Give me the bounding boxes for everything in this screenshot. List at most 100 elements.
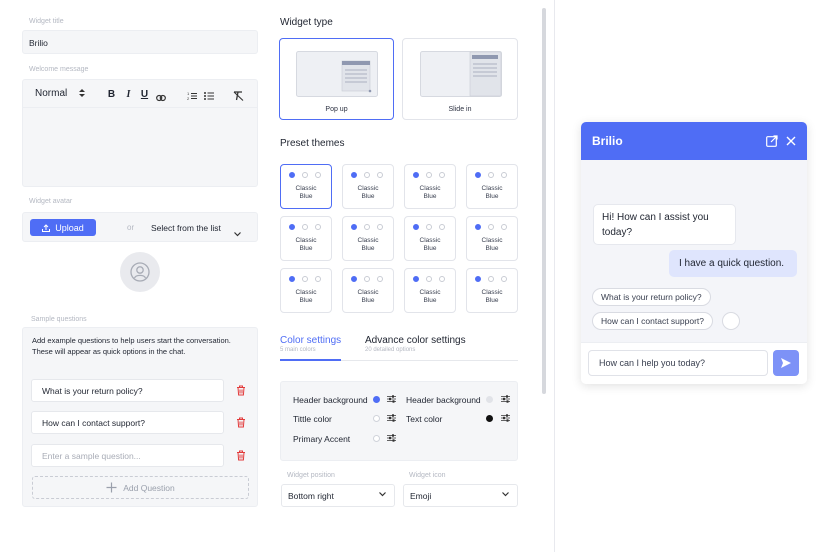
theme-name: Classic Blue <box>467 289 517 305</box>
ordered-list-icon[interactable]: 12 <box>187 88 197 106</box>
adjust-icon[interactable] <box>387 414 396 422</box>
tab-advance-color-settings[interactable]: Advance color settings <box>365 335 466 346</box>
sample-question-placeholder: Enter a sample question... <box>42 450 141 461</box>
or-text: or <box>127 223 135 232</box>
theme-name-line2: Blue <box>361 193 375 200</box>
theme-name-line1: Classic <box>295 185 317 192</box>
theme-option[interactable]: Classic Blue <box>342 216 394 261</box>
theme-swatch <box>377 172 383 178</box>
theme-option[interactable]: Classic Blue <box>466 164 518 209</box>
theme-name-line2: Blue <box>423 193 437 200</box>
widget-title-label: Widget title <box>29 18 64 25</box>
primary-accent-swatch[interactable] <box>373 435 380 442</box>
header-background-2-swatch[interactable] <box>486 396 493 403</box>
bot-message: Hi! How can I assist you today? <box>593 204 736 245</box>
widget-type-popup-option[interactable]: Pop up <box>279 38 394 120</box>
theme-swatches <box>413 224 445 230</box>
widget-position-select[interactable]: Bottom right <box>281 484 395 507</box>
format-select-arrows-icon[interactable] <box>79 86 85 104</box>
theme-option[interactable]: Classic Blue <box>342 268 394 313</box>
theme-swatches <box>475 224 507 230</box>
theme-option[interactable]: Classic Blue <box>404 216 456 261</box>
welcome-message-editor[interactable]: Normal B I U 12 <box>22 79 258 187</box>
sample-question-input[interactable]: What is your return policy? <box>31 379 224 402</box>
theme-name-line1: Classic <box>295 289 317 296</box>
quick-reply-chip-more[interactable] <box>722 312 740 330</box>
clear-format-icon[interactable] <box>233 88 244 106</box>
format-select[interactable]: Normal <box>35 88 67 99</box>
theme-swatches <box>413 276 445 282</box>
send-button[interactable] <box>773 350 799 376</box>
theme-name-line1: Classic <box>357 185 379 192</box>
theme-swatch <box>315 172 321 178</box>
upload-label: Upload <box>55 222 84 233</box>
trash-icon[interactable] <box>236 385 246 396</box>
theme-swatch <box>351 276 357 282</box>
chat-header: Brilio <box>581 122 807 160</box>
theme-option[interactable]: Classic Blue <box>404 268 456 313</box>
theme-swatch <box>426 172 432 178</box>
adjust-icon[interactable] <box>501 414 510 422</box>
expand-icon[interactable] <box>766 135 778 147</box>
theme-option[interactable]: Classic Blue <box>404 164 456 209</box>
theme-swatch <box>501 172 507 178</box>
theme-swatch <box>413 224 419 230</box>
chat-widget-preview: Brilio Hi! How can I assist you today? I… <box>581 122 807 384</box>
theme-swatch <box>364 224 370 230</box>
color-settings-panel: Header background Header background Titt… <box>280 381 518 461</box>
adjust-icon[interactable] <box>387 395 396 403</box>
adjust-icon[interactable] <box>501 395 510 403</box>
theme-name: Classic Blue <box>467 237 517 253</box>
bold-button[interactable]: B <box>103 84 120 104</box>
theme-option[interactable]: Classic Blue <box>280 268 332 313</box>
theme-swatches <box>413 172 445 178</box>
upload-button[interactable]: Upload <box>30 219 96 236</box>
bullet-list-icon[interactable] <box>204 88 214 106</box>
theme-option[interactable]: Classic Blue <box>280 164 332 209</box>
italic-button[interactable]: I <box>120 84 137 104</box>
theme-name-line1: Classic <box>295 237 317 244</box>
settings-panel: Widget title Brilio Welcome message Norm… <box>0 0 555 552</box>
theme-option[interactable]: Classic Blue <box>466 216 518 261</box>
user-message: I have a quick question. <box>669 250 797 277</box>
theme-name-line2: Blue <box>361 297 375 304</box>
trash-icon[interactable] <box>236 450 246 461</box>
theme-swatches <box>289 224 321 230</box>
theme-option[interactable]: Classic Blue <box>280 216 332 261</box>
scrollbar[interactable] <box>542 8 546 394</box>
theme-swatches <box>351 276 383 282</box>
preset-themes-heading: Preset themes <box>280 138 345 149</box>
add-question-button[interactable]: Add Question <box>32 476 249 499</box>
new-sample-question-input[interactable]: Enter a sample question... <box>31 444 224 467</box>
widget-type-slidein-option[interactable]: Slide in <box>402 38 518 120</box>
select-from-list[interactable]: Select from the list <box>151 223 221 233</box>
widget-title-input[interactable]: Brilio <box>22 30 258 54</box>
sample-questions-panel: Add example questions to help users star… <box>22 327 258 507</box>
widget-icon-select[interactable]: Emoji <box>403 484 518 507</box>
sample-question-input[interactable]: How can I contact support? <box>31 411 224 434</box>
theme-option[interactable]: Classic Blue <box>342 164 394 209</box>
underline-button[interactable]: U <box>136 84 153 104</box>
trash-icon[interactable] <box>236 417 246 428</box>
header-background-2-label: Header background <box>406 395 481 405</box>
chevron-down-icon[interactable] <box>234 224 241 242</box>
theme-swatch <box>289 172 295 178</box>
avatar-placeholder <box>120 252 160 292</box>
adjust-icon[interactable] <box>387 434 396 442</box>
title-color-swatch[interactable] <box>373 415 380 422</box>
close-icon[interactable] <box>786 136 796 146</box>
chat-input[interactable]: How can I help you today? <box>588 350 768 376</box>
quick-reply-chip[interactable]: What is your return policy? <box>592 288 711 306</box>
theme-swatch <box>377 276 383 282</box>
add-question-label: Add Question <box>123 482 175 493</box>
quick-reply-chip[interactable]: How can I contact support? <box>592 312 714 330</box>
theme-swatch <box>488 224 494 230</box>
tab-color-settings[interactable]: Color settings <box>280 335 341 346</box>
link-icon[interactable] <box>156 89 166 107</box>
theme-name-line1: Classic <box>481 289 503 296</box>
text-color-swatch[interactable] <box>486 415 493 422</box>
theme-name: Classic Blue <box>405 185 455 201</box>
theme-name-line2: Blue <box>485 245 499 252</box>
header-background-swatch[interactable] <box>373 396 380 403</box>
theme-option[interactable]: Classic Blue <box>466 268 518 313</box>
